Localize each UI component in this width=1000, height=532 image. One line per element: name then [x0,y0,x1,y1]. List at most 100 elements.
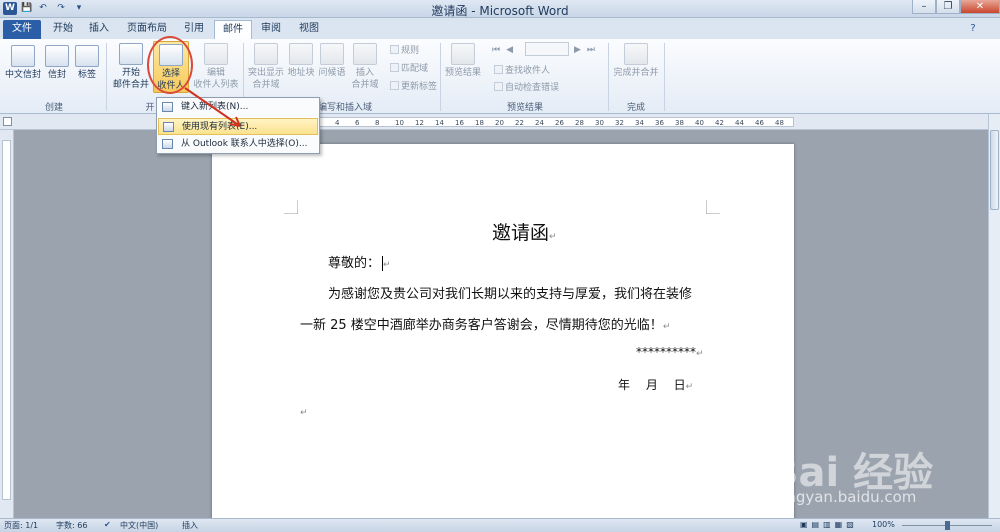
vertical-scrollbar[interactable] [988,114,1000,518]
signature-line[interactable]: **********↵ [636,345,704,359]
tab-review[interactable]: 审阅 [254,20,288,39]
ruler-tick: 26 [555,119,564,127]
preview-icon [451,43,475,65]
page-count[interactable]: 页面: 1/1 [4,520,38,531]
envelope-icon [11,45,35,67]
vertical-ruler[interactable] [2,140,11,500]
ruler-tick: 18 [475,119,484,127]
check-errors-icon [494,82,503,91]
tab-insert[interactable]: 插入 [82,20,116,39]
menu-item-outlook-contacts[interactable]: 从 Outlook 联系人中选择(O)... [158,136,318,153]
help-icon[interactable]: ? [966,20,980,39]
view-buttons[interactable]: ▣▤▥▦▧ [800,520,858,529]
group-label-fields: 编写和插入域 [317,103,372,113]
restore-button[interactable]: ❐ [936,0,960,14]
labels-button[interactable]: 标签 [74,45,100,81]
ruler-tick: 14 [435,119,444,127]
date-line[interactable]: 年 月 日↵ [618,376,693,393]
ruler-tick: 40 [695,119,704,127]
ruler-tick: 46 [755,119,764,127]
ruler-tick: 22 [515,119,524,127]
find-recipient-button[interactable]: 查找收件人 [494,65,550,77]
ruler-tick: 48 [775,119,784,127]
ruler-tick: 20 [495,119,504,127]
group-label-finish: 完成 [626,103,645,113]
finish-merge-button[interactable]: 完成并合并 [612,43,660,79]
rules-button[interactable]: 规则 [390,45,419,57]
annotation-arrow [184,87,241,127]
document-merge-icon [119,43,143,65]
greeting-line-button[interactable]: 问候语 [317,43,347,79]
minimize-button[interactable]: – [912,0,936,14]
ruler-tick: 4 [335,119,340,127]
record-number-input[interactable] [525,42,569,56]
group-label-preview: 预览结果 [506,103,543,113]
existing-list-icon [163,122,174,132]
greeting-icon [320,43,344,65]
status-bar: 页面: 1/1 字数: 66 ✔ 中文(中国) 插入 ▣▤▥▦▧ 100% [0,518,1000,532]
tab-view[interactable]: 视图 [292,20,326,39]
ruler-tick: 34 [635,119,644,127]
ruler-tick: 32 [615,119,624,127]
edit-recipient-list-button[interactable]: 编辑 收件人列表 [192,43,240,91]
group-separator [440,43,441,111]
body-line-1[interactable]: 为感谢您及贵公司对我们长期以来的支持与厚爱，我们将在装修 [328,283,692,302]
highlight-merge-fields-button[interactable]: 突出显示 合并域 [246,43,286,91]
envelope-icon [45,45,69,67]
tab-file[interactable]: 文件 [3,20,41,39]
highlight-icon [254,43,278,65]
ruler-tick: 42 [715,119,724,127]
address-block-button[interactable]: 地址块 [286,43,316,79]
find-icon [494,65,503,74]
scrollbar-thumb[interactable] [990,130,999,210]
group-separator [608,43,609,111]
document-page[interactable]: 邀请函↵ 尊敬的： ↵ 为感谢您及贵公司对我们长期以来的支持与厚爱，我们将在装修 … [212,144,794,524]
proofing-icon[interactable]: ✔ [104,520,111,529]
ruler-tick: 30 [595,119,604,127]
outlook-contacts-icon [162,139,173,149]
document-title[interactable]: 邀请函↵ [492,218,557,245]
match-fields-button[interactable]: 匹配域 [390,63,428,75]
rules-icon [390,45,399,54]
tab-references[interactable]: 引用 [176,20,212,39]
match-fields-icon [390,63,399,72]
empty-paragraph[interactable]: ↵ [300,408,308,418]
tab-home[interactable]: 开始 [46,20,80,39]
chinese-envelope-button[interactable]: 中文信封 [4,45,42,81]
group-label-create: 创建 [44,103,63,113]
body-line-2[interactable]: 一新 25 楼空中酒廊举办商务客户答谢会，尽情期待您的光临！↵ [300,314,670,333]
envelopes-button[interactable]: 信封 [44,45,70,81]
ruler-tick: 12 [415,119,424,127]
group-separator [664,43,665,111]
ruler-tick: 28 [575,119,584,127]
language-indicator[interactable]: 中文(中国) [120,520,158,531]
insert-merge-field-button[interactable]: 插入 合并域 [350,43,380,91]
ruler-tick: 16 [455,119,464,127]
preview-results-button[interactable]: 预览结果 [444,43,482,79]
record-navigation-next[interactable]: ▶⏭ [574,44,601,56]
tab-selector-icon[interactable] [3,117,12,126]
insert-mode[interactable]: 插入 [182,520,198,531]
window-title: 邀请函 - Microsoft Word [431,4,569,18]
group-separator [106,43,107,111]
salutation-line[interactable]: 尊敬的： ↵ [328,252,391,271]
zoom-slider-thumb[interactable] [945,521,950,530]
ruler-tick: 8 [375,119,380,127]
zoom-level[interactable]: 100% [872,520,895,529]
ribbon-tabs: 文件 开始 插入 页面布局 引用 邮件 审阅 视图 ? [0,18,1000,39]
word-count[interactable]: 字数: 66 [56,520,87,531]
tab-mailings[interactable]: 邮件 [214,20,252,39]
ruler-tick: 38 [675,119,684,127]
start-mail-merge-button[interactable]: 开始 邮件合并 [110,43,152,91]
update-labels-button[interactable]: 更新标签 [390,81,437,93]
ruler-tick: 24 [535,119,544,127]
labels-icon [75,45,99,67]
ruler-tick: 10 [395,119,404,127]
update-labels-icon [390,81,399,90]
record-navigation[interactable]: ⏮◀ [492,44,519,56]
auto-check-errors-button[interactable]: 自动检查错误 [494,82,559,94]
close-button[interactable]: ✕ [960,0,1000,14]
address-block-icon [289,43,313,65]
ruler-tick: 6 [355,119,360,127]
edit-list-icon [204,43,228,65]
